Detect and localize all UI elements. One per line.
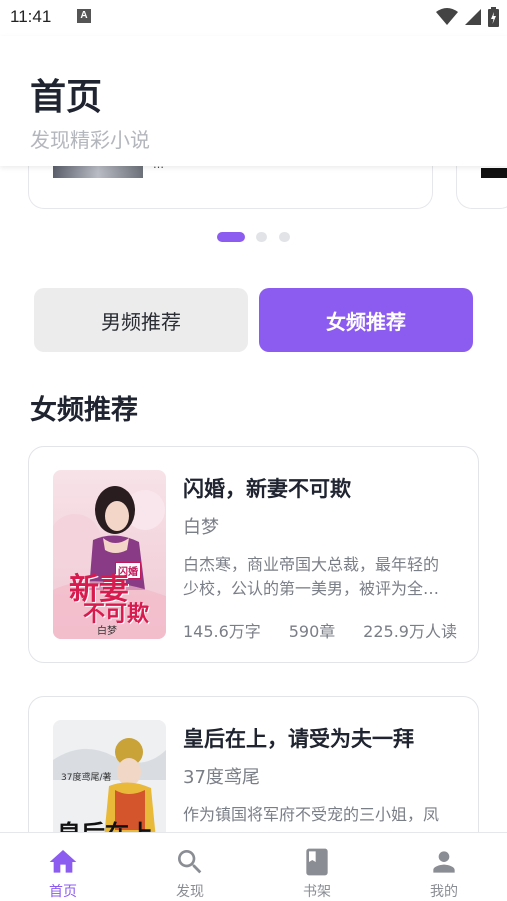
cover-author: 白梦 [97,626,117,637]
nav-item-profile[interactable]: 我的 [381,833,507,901]
book-description: 作为镇国将军府不受宠的三小姐，凤 [183,803,463,827]
book-reader-count: 225.9万人读 [363,622,457,641]
page-header: 首页 发现精彩小说 [0,36,507,166]
bookshelf-icon [306,848,328,876]
book-card[interactable]: 37度鸢尾/著 皇后在上 皇后在上，请受为夫一拜 37度鸢尾 作为镇国将军府不受… [28,696,479,832]
book-chapter-count: 590章 [288,622,336,641]
tab-female-recommend[interactable]: 女频推荐 [259,288,473,352]
status-icons [436,7,499,27]
book-cover: 闪婚 新妻 不可欺 白梦 [53,470,166,639]
nav-label: 书架 [303,884,331,900]
nav-label: 我的 [430,884,458,900]
main-content[interactable]: … 男频推荐 女频推荐 女频推荐 [0,166,507,832]
profile-icon [433,851,455,873]
section-title: 女频推荐 [30,395,138,426]
book-title: 皇后在上，请受为夫一拜 [183,727,414,751]
nav-item-discover[interactable]: 发现 [127,833,253,901]
book-description-line: 作为镇国将军府不受宠的三小姐，凤 [183,805,440,824]
banner-pager [0,230,507,244]
nav-label: 发现 [176,884,204,900]
book-stats: 145.6万字 590章 225.9万人读 [183,618,457,642]
status-time: 11:41 [10,7,52,26]
cover-author: 37度鸢尾/著 [61,773,112,783]
pager-dot[interactable] [256,232,267,242]
wifi-icon [436,8,458,25]
book-description: 白杰寒，商业帝国大总裁，最年轻的 少校，公认的第一美男，被评为全… [183,553,463,601]
book-word-count: 145.6万字 [183,622,261,641]
cover-title: 皇后在上 [57,814,153,832]
banner-image [53,166,143,178]
status-bar: 11:41 A [0,0,507,36]
book-author: 白梦 [183,517,219,538]
pager-dot-active[interactable] [217,232,245,242]
book-description-line: 少校，公认的第一美男，被评为全… [183,579,440,598]
search-icon [178,850,202,874]
book-author: 37度鸢尾 [183,767,260,788]
signal-icon [465,9,481,25]
notification-icon: A [77,9,91,23]
home-icon [49,850,77,873]
banner-text: … [153,166,164,171]
battery-icon [488,7,499,27]
book-description-line: 白杰寒，商业帝国大总裁，最年轻的 [183,555,440,574]
banner-card-next[interactable] [456,166,507,209]
banner-card[interactable]: … [28,166,433,209]
bottom-nav: 首页 发现 书架 我的 [0,832,507,901]
book-cover: 37度鸢尾/著 皇后在上 [53,720,166,832]
nav-item-bookshelf[interactable]: 书架 [254,833,380,901]
page-title: 首页 [30,77,103,118]
book-title: 闪婚，新妻不可欺 [183,477,351,501]
nav-label: 首页 [49,884,77,900]
tab-male-recommend[interactable]: 男频推荐 [34,288,248,352]
pager-dot[interactable] [279,232,290,242]
nav-item-home[interactable]: 首页 [0,833,126,901]
book-card[interactable]: 闪婚 新妻 不可欺 白梦 闪婚，新妻不可欺 白梦 白杰寒，商业帝国大总裁，最年轻… [28,446,479,663]
page-subtitle: 发现精彩小说 [30,128,150,152]
banner-image [481,168,507,178]
